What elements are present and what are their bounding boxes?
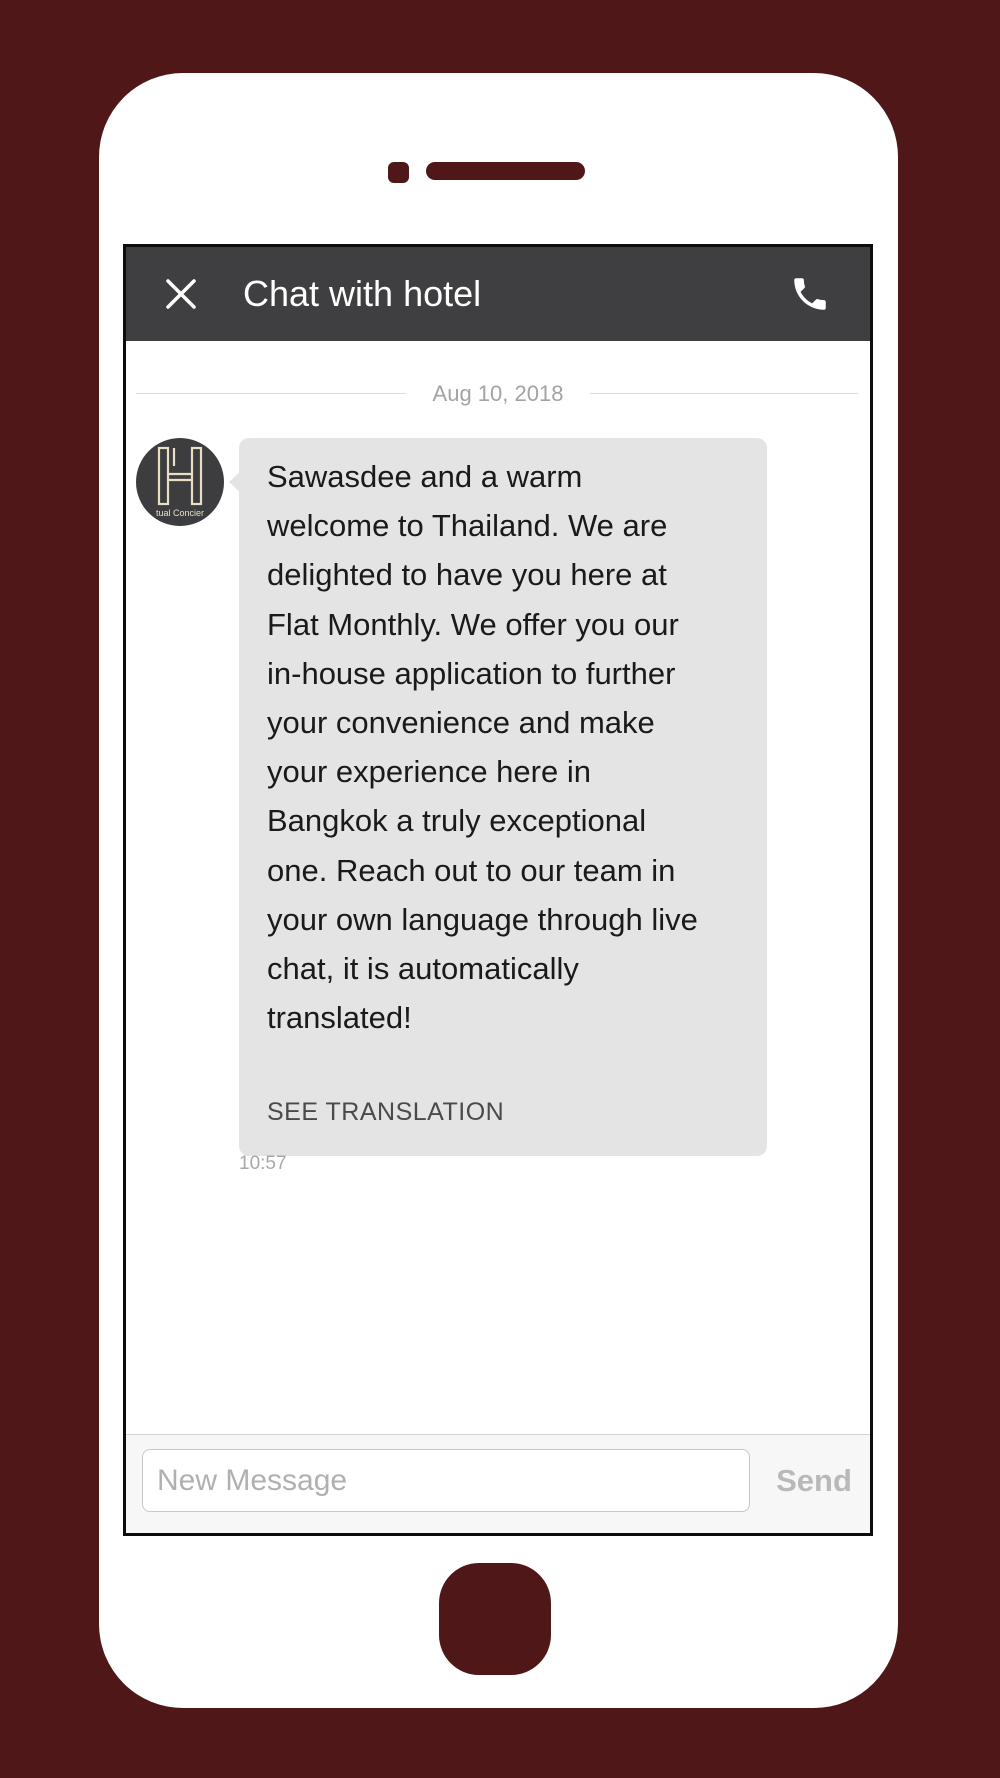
avatar-caption: tual Concier bbox=[155, 508, 205, 518]
close-button[interactable] bbox=[164, 277, 198, 311]
close-icon bbox=[166, 279, 196, 309]
see-translation-button[interactable]: SEE TRANSLATION bbox=[267, 1098, 504, 1127]
message-composer: Send bbox=[126, 1434, 870, 1533]
new-message-input[interactable] bbox=[142, 1449, 750, 1512]
hotel-logo-icon bbox=[157, 446, 203, 506]
divider bbox=[136, 393, 406, 394]
hotel-avatar: tual Concier bbox=[136, 438, 224, 526]
chat-screen: Chat with hotel Aug 10, 2018 tual Concie… bbox=[123, 244, 873, 1536]
divider bbox=[590, 393, 858, 394]
send-button[interactable]: Send bbox=[766, 1449, 862, 1512]
date-label: Aug 10, 2018 bbox=[432, 381, 564, 406]
message-timestamp: 10:57 bbox=[239, 1153, 287, 1174]
page-title: Chat with hotel bbox=[243, 273, 482, 314]
message-bubble: Sawasdee and a warm welcome to Thailand.… bbox=[239, 438, 767, 1156]
speaker-slot bbox=[426, 162, 585, 180]
phone-icon bbox=[794, 278, 826, 310]
home-button[interactable] bbox=[439, 1563, 551, 1675]
call-button[interactable] bbox=[789, 273, 831, 315]
date-separator: Aug 10, 2018 bbox=[136, 379, 858, 409]
chat-header: Chat with hotel bbox=[126, 247, 870, 341]
camera-dot bbox=[388, 162, 409, 183]
message-text: Sawasdee and a warm welcome to Thailand.… bbox=[267, 459, 698, 1036]
